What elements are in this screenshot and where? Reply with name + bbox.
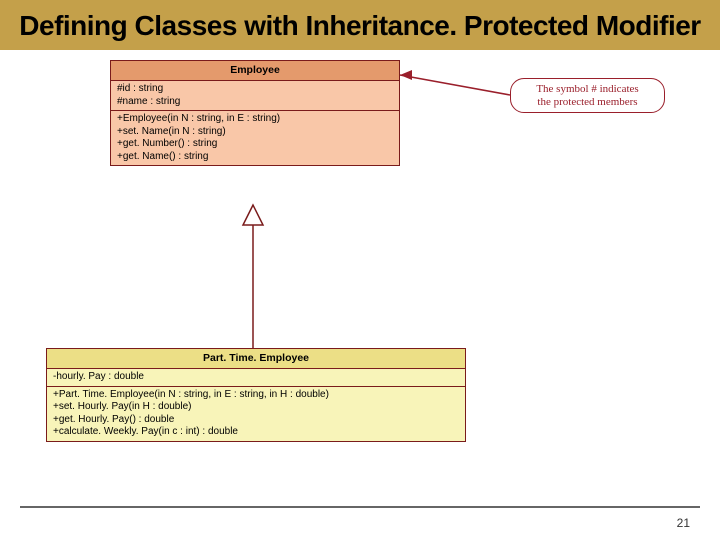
slide-title: Defining Classes with Inheritance. Prote… — [10, 10, 710, 42]
note-line: The symbol # indicates — [521, 83, 654, 96]
attributes: #id : string #name : string — [111, 80, 399, 110]
class-name: Part. Time. Employee — [47, 349, 465, 368]
uml-class-employee: Employee #id : string #name : string +Em… — [110, 60, 400, 166]
title-band: Defining Classes with Inheritance. Prote… — [0, 0, 720, 50]
op: +Employee(in N : string, in E : string) — [117, 113, 393, 126]
uml-class-parttime: Part. Time. Employee -hourly. Pay : doub… — [46, 348, 466, 442]
attr: #name : string — [117, 96, 393, 109]
op: +get. Hourly. Pay() : double — [53, 414, 459, 427]
note-protected: The symbol # indicates the protected mem… — [510, 78, 665, 113]
operations: +Employee(in N : string, in E : string) … — [111, 110, 399, 165]
op: +set. Name(in N : string) — [117, 126, 393, 139]
note-line: the protected members — [521, 96, 654, 109]
operations: +Part. Time. Employee(in N : string, in … — [47, 386, 465, 441]
attributes: -hourly. Pay : double — [47, 368, 465, 386]
op: +calculate. Weekly. Pay(in c : int) : do… — [53, 426, 459, 439]
attr: -hourly. Pay : double — [53, 371, 459, 384]
class-name: Employee — [111, 61, 399, 80]
footer-rule — [20, 506, 700, 508]
op: +get. Number() : string — [117, 138, 393, 151]
op: +set. Hourly. Pay(in H : double) — [53, 401, 459, 414]
op: +Part. Time. Employee(in N : string, in … — [53, 389, 459, 402]
attr: #id : string — [117, 83, 393, 96]
op: +get. Name() : string — [117, 151, 393, 164]
uml-diagram: Employee #id : string #name : string +Em… — [0, 50, 720, 450]
page-number: 21 — [677, 516, 690, 530]
